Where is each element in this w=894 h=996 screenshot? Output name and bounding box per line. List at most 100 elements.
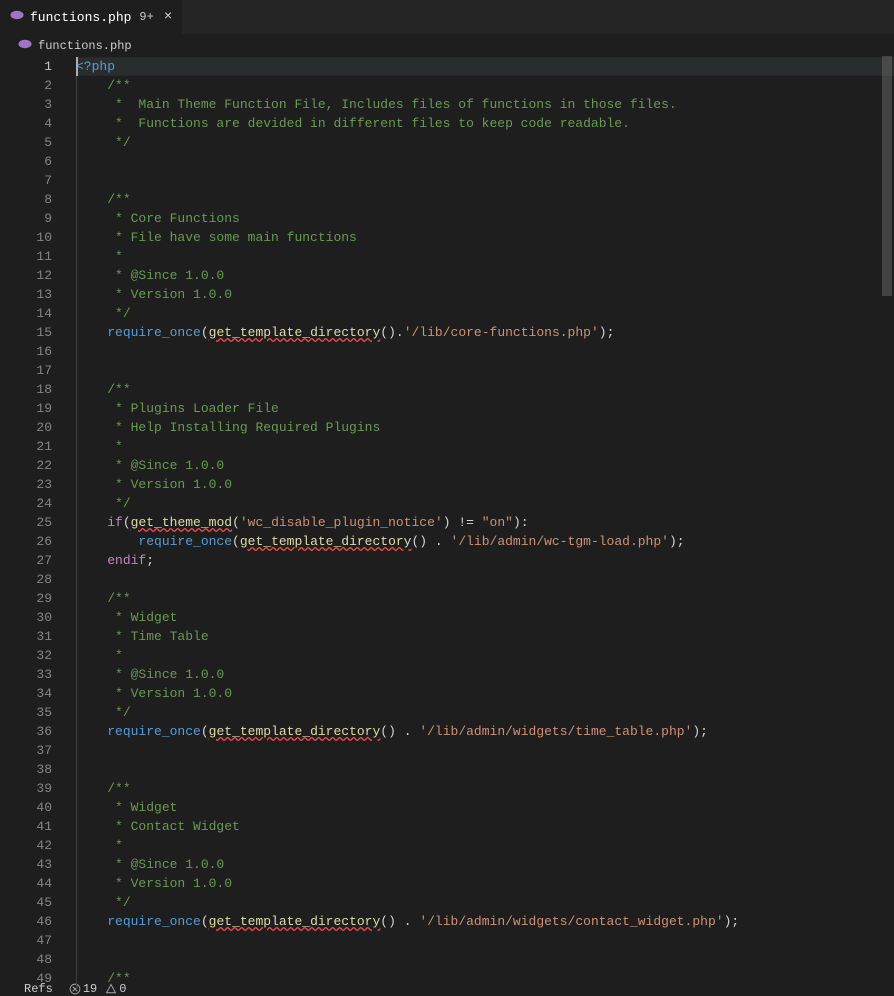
- line-number[interactable]: 36: [18, 722, 66, 741]
- line-number[interactable]: 1: [18, 57, 66, 76]
- code-line[interactable]: endif;: [76, 551, 894, 570]
- line-number[interactable]: 35: [18, 703, 66, 722]
- line-number[interactable]: 24: [18, 494, 66, 513]
- line-number[interactable]: 43: [18, 855, 66, 874]
- code-line[interactable]: * Widget: [76, 798, 894, 817]
- code-line[interactable]: [76, 570, 894, 589]
- line-number[interactable]: 6: [18, 152, 66, 171]
- line-number[interactable]: 14: [18, 304, 66, 323]
- line-number[interactable]: 17: [18, 361, 66, 380]
- line-number[interactable]: 3: [18, 95, 66, 114]
- code-line[interactable]: /**: [76, 779, 894, 798]
- line-number[interactable]: 48: [18, 950, 66, 969]
- code-line[interactable]: [76, 760, 894, 779]
- line-number[interactable]: 45: [18, 893, 66, 912]
- code-line[interactable]: * Core Functions: [76, 209, 894, 228]
- code-line[interactable]: [76, 152, 894, 171]
- code-line[interactable]: * Version 1.0.0: [76, 285, 894, 304]
- line-number[interactable]: 15: [18, 323, 66, 342]
- line-number[interactable]: 40: [18, 798, 66, 817]
- code-line[interactable]: if(get_theme_mod('wc_disable_plugin_noti…: [76, 513, 894, 532]
- code-line[interactable]: [76, 950, 894, 969]
- code-line[interactable]: * File have some main functions: [76, 228, 894, 247]
- line-number[interactable]: 41: [18, 817, 66, 836]
- code-line[interactable]: require_once(get_template_directory() . …: [76, 532, 894, 551]
- line-number[interactable]: 31: [18, 627, 66, 646]
- code-line[interactable]: */: [76, 304, 894, 323]
- line-number[interactable]: 18: [18, 380, 66, 399]
- code-line[interactable]: * Help Installing Required Plugins: [76, 418, 894, 437]
- code-line[interactable]: *: [76, 437, 894, 456]
- line-number[interactable]: 4: [18, 114, 66, 133]
- line-number[interactable]: 33: [18, 665, 66, 684]
- code-line[interactable]: */: [76, 133, 894, 152]
- code-line[interactable]: * Contact Widget: [76, 817, 894, 836]
- code-line[interactable]: require_once(get_template_directory() . …: [76, 722, 894, 741]
- code-line[interactable]: [76, 171, 894, 190]
- code-line[interactable]: [76, 361, 894, 380]
- code-line[interactable]: /**: [76, 190, 894, 209]
- fold-gutter[interactable]: [66, 57, 76, 996]
- line-number[interactable]: 44: [18, 874, 66, 893]
- code-line[interactable]: require_once(get_template_directory() . …: [76, 912, 894, 931]
- line-number[interactable]: 7: [18, 171, 66, 190]
- line-number[interactable]: 5: [18, 133, 66, 152]
- code-line[interactable]: require_once(get_template_directory().'/…: [76, 323, 894, 342]
- line-number[interactable]: 20: [18, 418, 66, 437]
- line-number[interactable]: 10: [18, 228, 66, 247]
- line-number[interactable]: 27: [18, 551, 66, 570]
- code-line[interactable]: */: [76, 494, 894, 513]
- line-number-gutter[interactable]: 1234567891011121314151617181920212223242…: [18, 57, 66, 996]
- close-icon[interactable]: ×: [164, 10, 172, 24]
- code-line[interactable]: * Widget: [76, 608, 894, 627]
- code-line[interactable]: * @Since 1.0.0: [76, 456, 894, 475]
- line-number[interactable]: 2: [18, 76, 66, 95]
- code-line[interactable]: /**: [76, 589, 894, 608]
- code-line[interactable]: * Main Theme Function File, Includes fil…: [76, 95, 894, 114]
- code-line[interactable]: * @Since 1.0.0: [76, 266, 894, 285]
- breadcrumb[interactable]: functions.php: [0, 35, 894, 57]
- code-line[interactable]: <?php: [76, 57, 894, 76]
- line-number[interactable]: 34: [18, 684, 66, 703]
- line-number[interactable]: 22: [18, 456, 66, 475]
- code-area[interactable]: <?php /** * Main Theme Function File, In…: [76, 57, 894, 996]
- line-number[interactable]: 13: [18, 285, 66, 304]
- line-number[interactable]: 21: [18, 437, 66, 456]
- code-line[interactable]: * Version 1.0.0: [76, 475, 894, 494]
- status-refs[interactable]: Refs: [24, 982, 53, 996]
- tab-functions-php[interactable]: functions.php 9+ ×: [0, 0, 183, 34]
- code-line[interactable]: * @Since 1.0.0: [76, 665, 894, 684]
- line-number[interactable]: 32: [18, 646, 66, 665]
- line-number[interactable]: 28: [18, 570, 66, 589]
- code-line[interactable]: * Version 1.0.0: [76, 684, 894, 703]
- line-number[interactable]: 19: [18, 399, 66, 418]
- code-line[interactable]: /**: [76, 969, 894, 988]
- line-number[interactable]: 30: [18, 608, 66, 627]
- code-line[interactable]: [76, 342, 894, 361]
- line-number[interactable]: 9: [18, 209, 66, 228]
- code-line[interactable]: *: [76, 646, 894, 665]
- line-number[interactable]: 16: [18, 342, 66, 361]
- code-line[interactable]: * Version 1.0.0: [76, 874, 894, 893]
- line-number[interactable]: 39: [18, 779, 66, 798]
- code-line[interactable]: /**: [76, 380, 894, 399]
- code-line[interactable]: *: [76, 247, 894, 266]
- line-number[interactable]: 23: [18, 475, 66, 494]
- code-line[interactable]: [76, 741, 894, 760]
- editor[interactable]: 1234567891011121314151617181920212223242…: [0, 57, 894, 996]
- line-number[interactable]: 8: [18, 190, 66, 209]
- line-number[interactable]: 11: [18, 247, 66, 266]
- line-number[interactable]: 37: [18, 741, 66, 760]
- line-number[interactable]: 26: [18, 532, 66, 551]
- code-line[interactable]: * Plugins Loader File: [76, 399, 894, 418]
- line-number[interactable]: 47: [18, 931, 66, 950]
- line-number[interactable]: 42: [18, 836, 66, 855]
- line-number[interactable]: 29: [18, 589, 66, 608]
- code-line[interactable]: * Time Table: [76, 627, 894, 646]
- line-number[interactable]: 25: [18, 513, 66, 532]
- code-line[interactable]: * Functions are devided in different fil…: [76, 114, 894, 133]
- line-number[interactable]: 12: [18, 266, 66, 285]
- code-line[interactable]: *: [76, 836, 894, 855]
- code-line[interactable]: /**: [76, 76, 894, 95]
- code-line[interactable]: */: [76, 893, 894, 912]
